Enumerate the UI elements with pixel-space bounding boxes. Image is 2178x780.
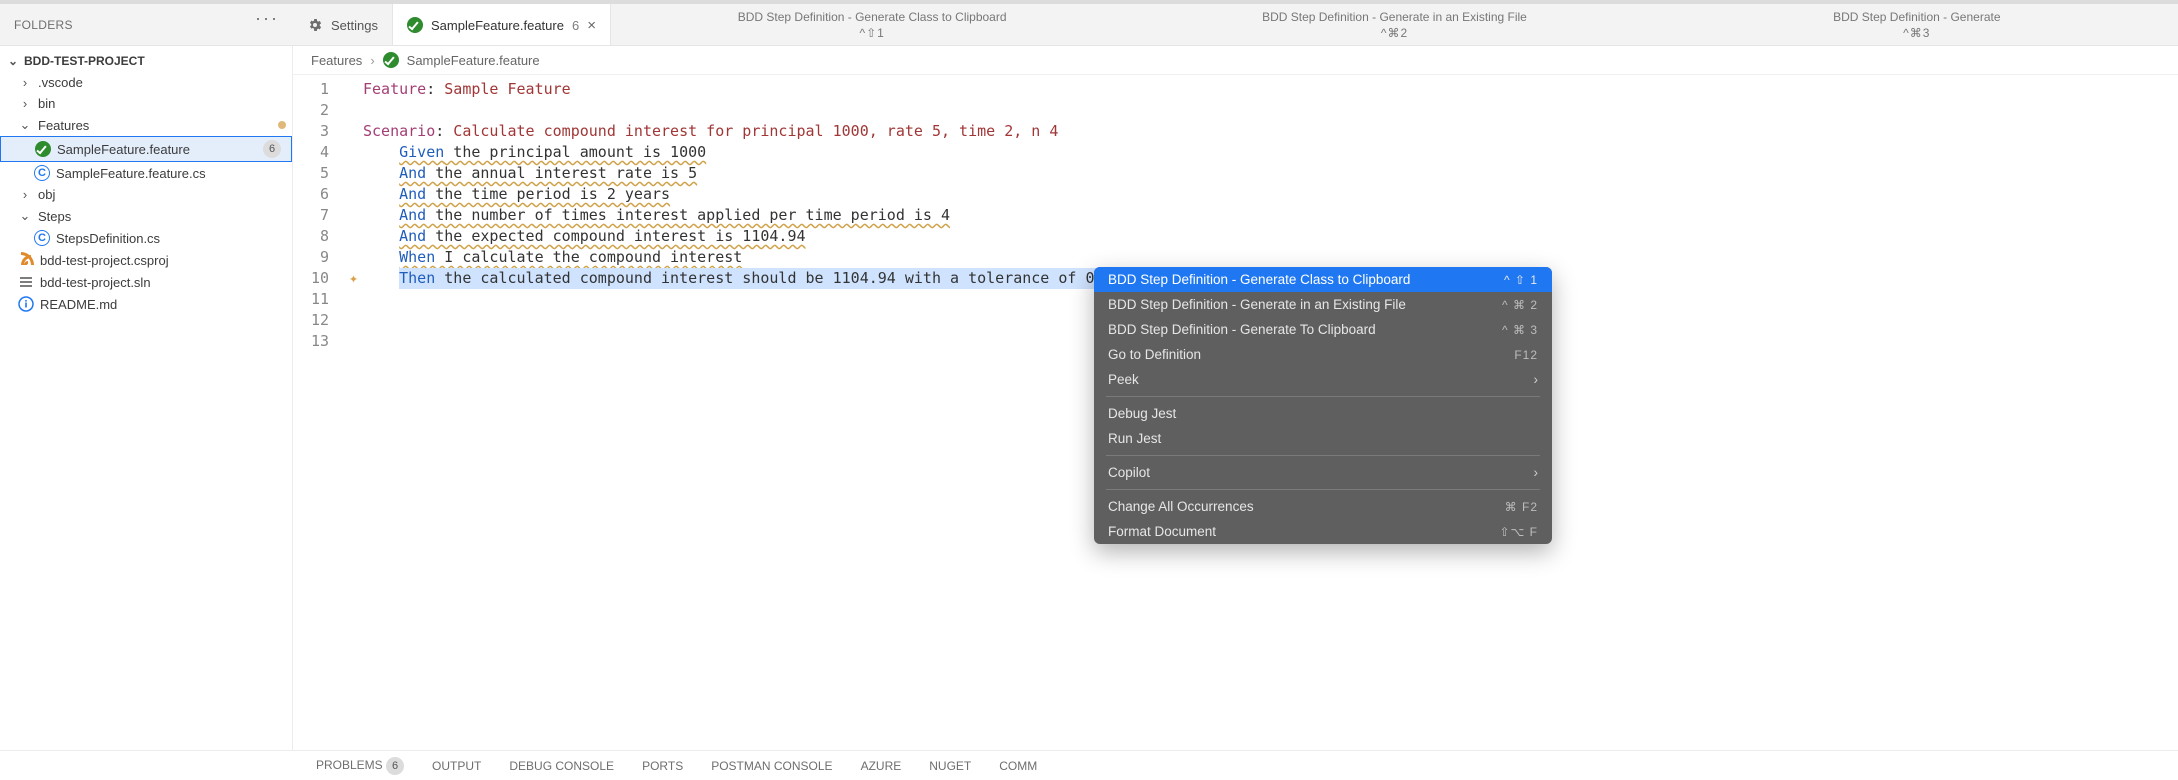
- sidebar-header: FOLDERS ···: [0, 4, 293, 45]
- file-explorer: ⌄ BDD-TEST-PROJECT ›.vscode ›bin ⌄Featur…: [0, 46, 293, 750]
- ctx-item-shortcut: ^ ⌘ 2: [1502, 298, 1538, 312]
- chevron-right-icon: ›: [1534, 465, 1539, 480]
- ctx-item-shortcut: ^ ⇧ 1: [1504, 273, 1538, 287]
- file-sample-feature-cs[interactable]: CSampleFeature.feature.cs: [0, 162, 292, 184]
- breadcrumb[interactable]: Features › SampleFeature.feature: [293, 46, 2178, 75]
- ctx-item-label: Change All Occurrences: [1108, 499, 1254, 514]
- xml-icon: [18, 252, 34, 268]
- folder-bin[interactable]: ›bin: [0, 93, 292, 114]
- ctx-item-label: Go to Definition: [1108, 347, 1201, 362]
- hint-2-label: BDD Step Definition - Generate in an Exi…: [1262, 10, 1527, 24]
- top-bar: FOLDERS ··· Settings SampleFeature.featu…: [0, 0, 2178, 46]
- ctx-item[interactable]: Peek ›: [1094, 367, 1552, 392]
- hint-3-label: BDD Step Definition - Generate: [1833, 10, 2000, 24]
- feature-icon: [383, 52, 399, 68]
- ctx-item-label: Debug Jest: [1108, 406, 1176, 421]
- sparkle-icon[interactable]: ✦: [349, 268, 358, 289]
- project-root-label: BDD-TEST-PROJECT: [24, 54, 145, 68]
- folder-steps[interactable]: ⌄Steps: [0, 205, 292, 227]
- ctx-item-shortcut: ⇧⌥ F: [1499, 525, 1538, 539]
- folder-features[interactable]: ⌄Features: [0, 114, 292, 136]
- chevron-right-icon: ›: [18, 187, 32, 202]
- ctx-item-label: BDD Step Definition - Generate Class to …: [1108, 272, 1410, 287]
- folders-label: FOLDERS: [14, 18, 73, 32]
- file-steps-definition[interactable]: CStepsDefinition.cs: [0, 227, 292, 249]
- csharp-icon: C: [34, 230, 50, 246]
- panel-postman[interactable]: POSTMAN CONSOLE: [711, 759, 832, 773]
- ctx-item-label: Copilot: [1108, 465, 1150, 480]
- modified-dot-icon: [278, 121, 286, 129]
- ctx-item-label: BDD Step Definition - Generate in an Exi…: [1108, 297, 1406, 312]
- project-root[interactable]: ⌄ BDD-TEST-PROJECT: [0, 50, 292, 72]
- chevron-right-icon: ›: [1534, 372, 1539, 387]
- ctx-item[interactable]: Change All Occurrences ⌘ F2: [1094, 494, 1552, 519]
- file-sln[interactable]: bdd-test-project.sln: [0, 271, 292, 293]
- panel-azure[interactable]: AZURE: [861, 759, 902, 773]
- chevron-down-icon: ⌄: [18, 208, 32, 224]
- tab-row: Settings SampleFeature.feature 6 × BDD S…: [293, 4, 2178, 45]
- gear-icon: [307, 17, 323, 33]
- panel-problems[interactable]: PROBLEMS 6: [316, 757, 404, 775]
- file-sample-feature[interactable]: SampleFeature.feature6: [0, 136, 292, 162]
- gutter: 12345678910111213: [293, 75, 345, 750]
- panel-debug-console[interactable]: DEBUG CONSOLE: [509, 759, 614, 773]
- folder-vscode[interactable]: ›.vscode: [0, 72, 292, 93]
- more-icon[interactable]: ···: [255, 8, 279, 29]
- hint-1-shortcut: ^⇧1: [859, 26, 884, 40]
- ctx-item-label: BDD Step Definition - Generate To Clipbo…: [1108, 322, 1376, 337]
- hint-2[interactable]: BDD Step Definition - Generate in an Exi…: [1133, 4, 1655, 45]
- feature-icon: [407, 17, 423, 33]
- ctx-item[interactable]: BDD Step Definition - Generate Class to …: [1094, 267, 1552, 292]
- ctx-item-shortcut: F12: [1514, 348, 1538, 362]
- chevron-down-icon: ⌄: [6, 54, 20, 68]
- tab-file-label: SampleFeature.feature: [431, 18, 564, 33]
- breadcrumb-file: SampleFeature.feature: [407, 53, 540, 68]
- ctx-item[interactable]: Copilot ›: [1094, 460, 1552, 485]
- ctx-item[interactable]: Run Jest: [1094, 426, 1552, 451]
- close-icon[interactable]: ×: [587, 17, 596, 34]
- tab-settings[interactable]: Settings: [293, 4, 393, 46]
- tab-settings-label: Settings: [331, 18, 378, 33]
- tab-feature-file[interactable]: SampleFeature.feature 6 ×: [393, 4, 611, 46]
- ctx-item-label: Run Jest: [1108, 431, 1161, 446]
- lines-icon: [18, 274, 34, 290]
- chevron-right-icon: ›: [18, 75, 32, 90]
- ctx-item-label: Format Document: [1108, 524, 1216, 539]
- folder-obj[interactable]: ›obj: [0, 184, 292, 205]
- panel-output[interactable]: OUTPUT: [432, 759, 481, 773]
- main: ⌄ BDD-TEST-PROJECT ›.vscode ›bin ⌄Featur…: [0, 46, 2178, 750]
- code-body[interactable]: Feature: Sample Feature Scenario: Calcul…: [345, 75, 1122, 750]
- chevron-right-icon: ›: [370, 53, 374, 68]
- bottom-panel: PROBLEMS 6 OUTPUT DEBUG CONSOLE PORTS PO…: [0, 750, 2178, 780]
- ctx-item[interactable]: BDD Step Definition - Generate in an Exi…: [1094, 292, 1552, 317]
- hint-3[interactable]: BDD Step Definition - Generate ^⌘3: [1656, 4, 2178, 45]
- ctx-item-shortcut: ^ ⌘ 3: [1502, 323, 1538, 337]
- ctx-item[interactable]: Debug Jest: [1094, 401, 1552, 426]
- file-readme[interactable]: README.md: [0, 293, 292, 315]
- panel-nuget[interactable]: NUGET: [929, 759, 971, 773]
- csharp-icon: C: [34, 165, 50, 181]
- hint-3-shortcut: ^⌘3: [1903, 26, 1930, 40]
- breadcrumb-root: Features: [311, 53, 362, 68]
- feature-icon: [35, 141, 51, 157]
- hint-2-shortcut: ^⌘2: [1381, 26, 1408, 40]
- ctx-item[interactable]: Format Document ⇧⌥ F: [1094, 519, 1552, 544]
- hint-1-label: BDD Step Definition - Generate Class to …: [738, 10, 1007, 24]
- file-csproj[interactable]: bdd-test-project.csproj: [0, 249, 292, 271]
- panel-comm[interactable]: COMM: [999, 759, 1037, 773]
- ctx-item-label: Peek: [1108, 372, 1139, 387]
- problem-count: 6: [263, 140, 281, 158]
- tab-file-badge: 6: [572, 18, 579, 33]
- info-icon: [18, 296, 34, 312]
- context-menu: BDD Step Definition - Generate Class to …: [1094, 267, 1552, 544]
- panel-ports[interactable]: PORTS: [642, 759, 683, 773]
- hint-1[interactable]: BDD Step Definition - Generate Class to …: [611, 4, 1133, 45]
- chevron-right-icon: ›: [18, 96, 32, 111]
- ctx-item[interactable]: BDD Step Definition - Generate To Clipbo…: [1094, 317, 1552, 342]
- command-hints: BDD Step Definition - Generate Class to …: [611, 4, 2178, 45]
- ctx-item-shortcut: ⌘ F2: [1505, 500, 1538, 514]
- chevron-down-icon: ⌄: [18, 117, 32, 133]
- ctx-item[interactable]: Go to Definition F12: [1094, 342, 1552, 367]
